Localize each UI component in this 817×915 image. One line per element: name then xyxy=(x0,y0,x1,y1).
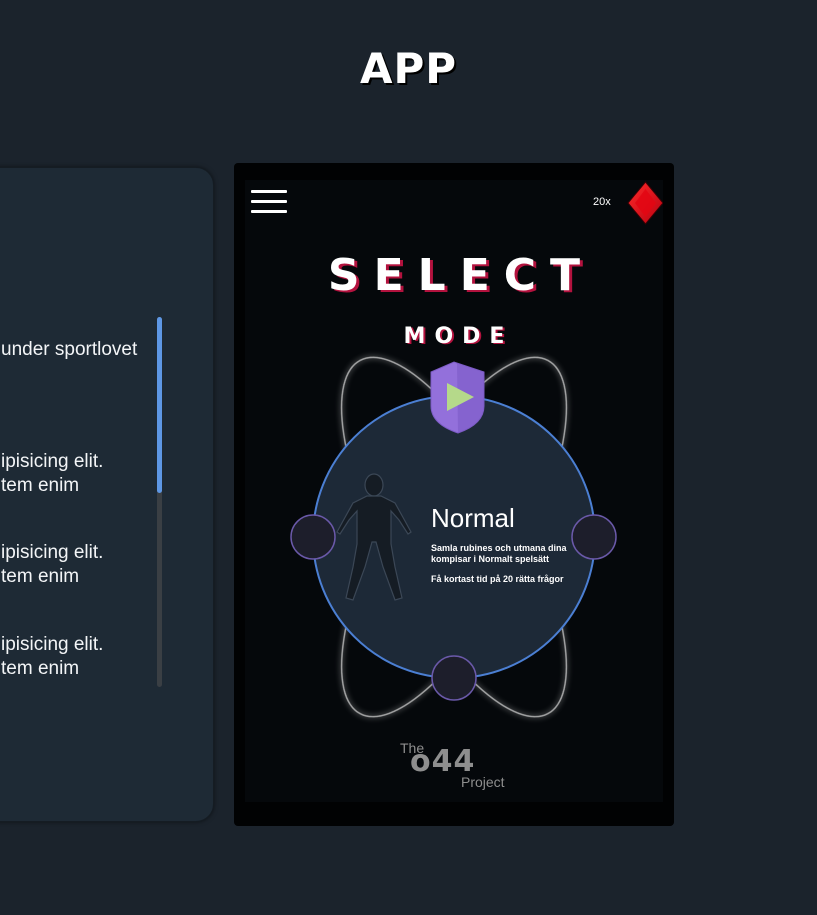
message-list-card: under sportlovet ipisicing elit. tem eni… xyxy=(0,167,214,822)
project-logo: The o44 Project xyxy=(400,740,520,792)
mode-name: Normal xyxy=(431,503,515,533)
app-screen: 20x SELECT MODE Normal Samla rubines och… xyxy=(245,180,663,802)
list-item-line: tem enim xyxy=(1,475,80,496)
list-item-line: ipisicing elit. xyxy=(1,634,104,655)
mode-selector-orbit xyxy=(290,356,617,718)
list-item-line: ipisicing elit. xyxy=(1,451,104,472)
logo-suffix: Project xyxy=(461,774,505,790)
page-title: APP xyxy=(359,44,458,93)
list-item-line: under sportlovet xyxy=(1,339,138,360)
mode-time-rule: Få kortast tid på 20 rätta frågor xyxy=(431,574,564,584)
mode-description: Samla rubines och utmana dina kompisar i… xyxy=(431,543,567,564)
list-item[interactable]: under sportlovet xyxy=(1,338,137,362)
list-item-line: ipisicing elit. xyxy=(1,542,104,563)
list-item-line: tem enim xyxy=(1,566,80,587)
scrollbar-thumb[interactable] xyxy=(157,317,162,493)
scrollbar-track[interactable] xyxy=(157,317,162,687)
list-item[interactable]: ipisicing elit. tem enim xyxy=(1,633,103,681)
phone-frame: 20x SELECT MODE Normal Samla rubines och… xyxy=(234,163,674,826)
list-item-line: tem enim xyxy=(1,658,80,679)
list-item[interactable]: ipisicing elit. tem enim xyxy=(1,450,103,498)
list-item[interactable]: ipisicing elit. tem enim xyxy=(1,541,103,589)
